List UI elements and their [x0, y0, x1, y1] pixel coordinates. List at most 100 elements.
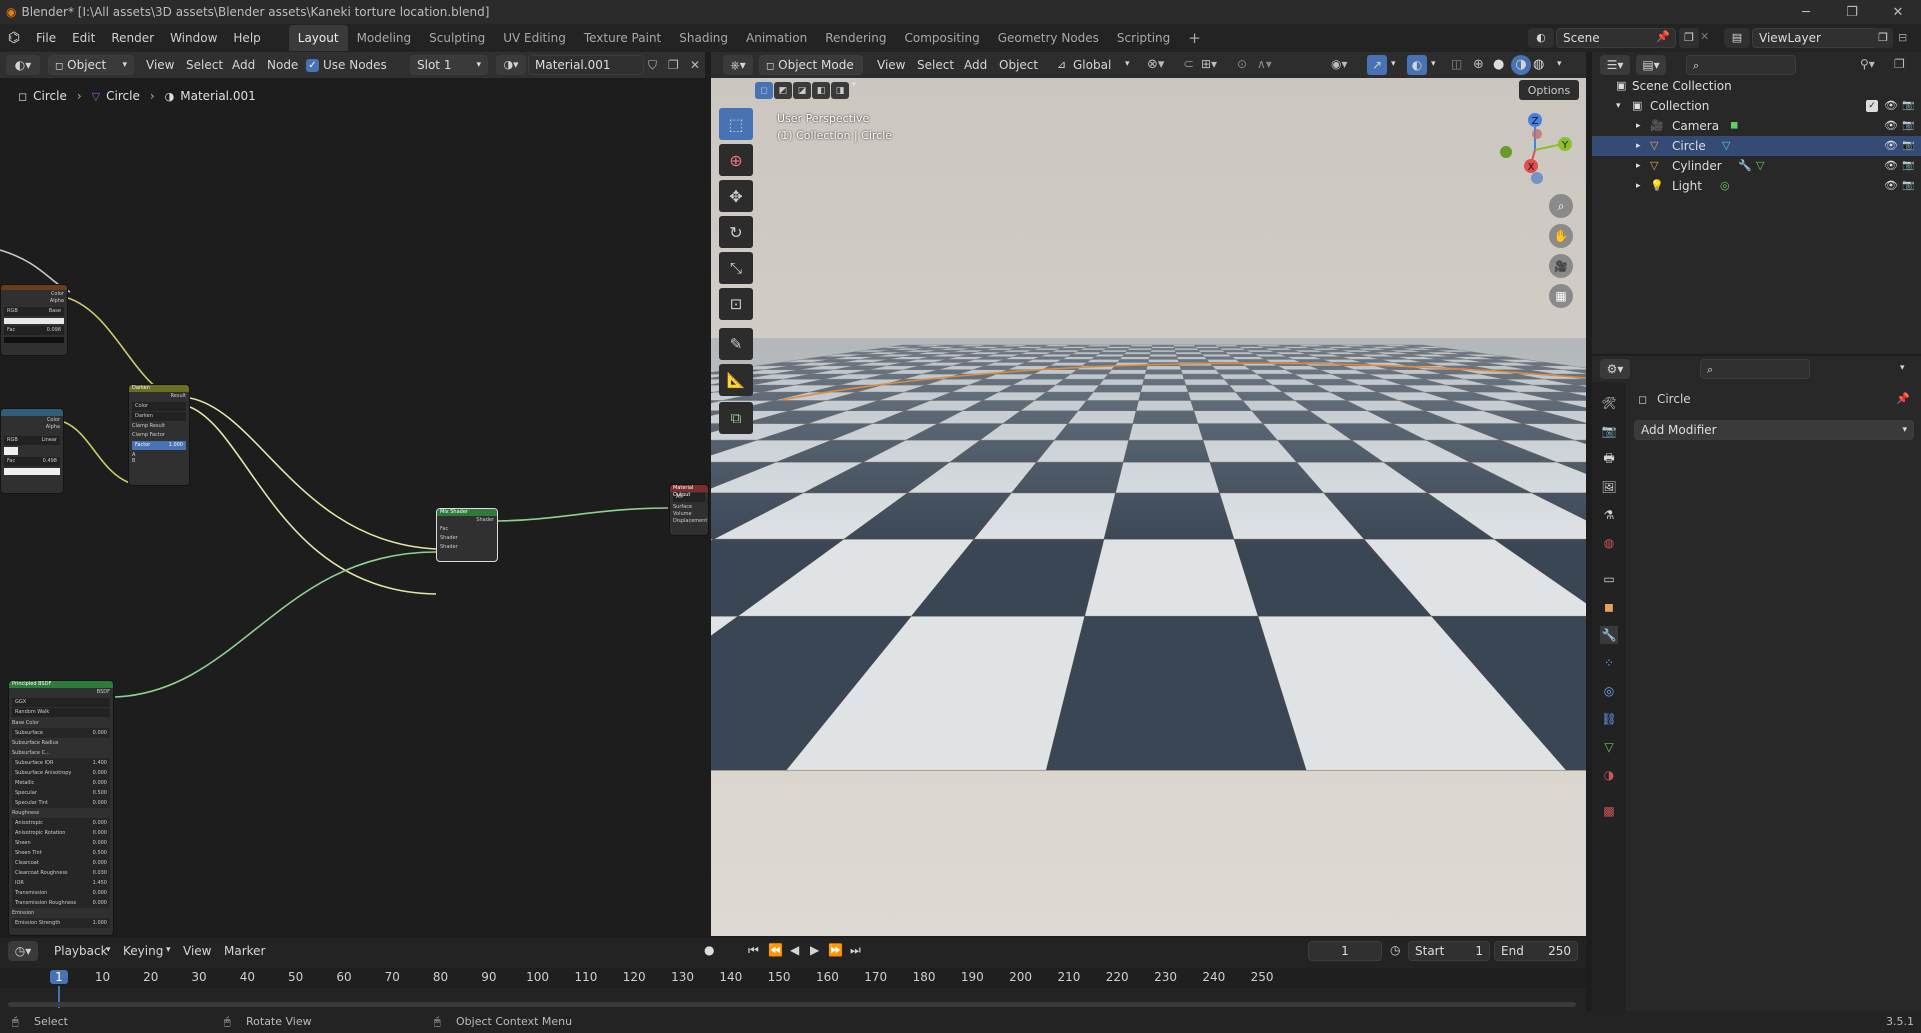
bsdf-input-value[interactable]: 0.000: [93, 728, 107, 738]
bsdf-input-value[interactable]: 0.000: [93, 838, 107, 848]
bsdf-input-row[interactable]: Anisotropic Rotation 0.000: [12, 828, 110, 838]
bsdf-input-row[interactable]: Transmission 0.000: [12, 888, 110, 898]
select-new-icon[interactable]: ◻: [755, 82, 773, 99]
camera-render-icon[interactable]: 📷: [1902, 116, 1914, 136]
scale-tool-icon[interactable]: ⤡: [719, 252, 753, 284]
node-mode[interactable]: Linear: [41, 436, 57, 445]
visibility-icon[interactable]: ◉▾: [1331, 57, 1348, 71]
display-mode-icon[interactable]: ▤▾: [1636, 55, 1666, 75]
menu-file[interactable]: File: [28, 24, 64, 52]
bsdf-input-value[interactable]: 0.000: [93, 858, 107, 868]
constraints-tab-icon[interactable]: ⛓: [1600, 710, 1618, 728]
eye-icon[interactable]: 👁: [1884, 136, 1898, 156]
editor-type-icon[interactable]: ◷▾: [8, 941, 38, 961]
menu-help[interactable]: Help: [225, 24, 268, 52]
bsdf-input-row[interactable]: Subsurface IOR 1.400: [12, 758, 110, 768]
end-frame-field[interactable]: End 250: [1494, 941, 1578, 961]
modifiers-tab-icon[interactable]: 🔧: [1600, 626, 1618, 644]
camera-view-icon[interactable]: 🎥: [1549, 254, 1573, 278]
select-intersect-icon[interactable]: ◨: [831, 82, 849, 99]
workspace-tab-shading[interactable]: Shading: [670, 25, 737, 51]
node-clamp-result[interactable]: Clamp Result: [129, 422, 189, 431]
workspace-tab-animation[interactable]: Animation: [737, 25, 816, 51]
menu-edit[interactable]: Edit: [64, 24, 103, 52]
bsdf-input-value[interactable]: 0.000: [93, 898, 107, 908]
solid-shading-icon[interactable]: ●: [1493, 57, 1504, 72]
transform-orientation[interactable]: Global: [1073, 52, 1111, 78]
cursor-tool-icon[interactable]: ⊕: [719, 144, 753, 176]
gizmo-toggle-icon[interactable]: ↗: [1367, 55, 1387, 75]
workspace-tab-scripting[interactable]: Scripting: [1108, 25, 1179, 51]
workspace-tab-compositing[interactable]: Compositing: [895, 25, 988, 51]
node-mode[interactable]: Base: [49, 307, 61, 316]
properties-search-input[interactable]: ⌕: [1700, 359, 1810, 379]
bsdf-input-row[interactable]: IOR 1.450: [12, 878, 110, 888]
add-workspace-button[interactable]: +: [1179, 25, 1210, 51]
outliner-collection[interactable]: ▾ ▣ Collection ✓ 👁 📷: [1592, 96, 1921, 116]
node-distribution[interactable]: GGX: [12, 698, 110, 707]
scene-pin-icon[interactable]: 📌: [1656, 30, 1670, 43]
play-icon[interactable]: ▶: [810, 943, 819, 957]
camera-render-icon[interactable]: 📷: [1902, 176, 1914, 196]
bsdf-input-value[interactable]: 0.030: [93, 868, 107, 878]
eye-icon[interactable]: 👁: [1884, 176, 1898, 196]
bsdf-input-value[interactable]: 0.000: [93, 768, 107, 778]
3d-viewport[interactable]: ⎈▾ ◻ Object Mode ▾ View Select Add Objec…: [711, 52, 1586, 936]
current-frame-field[interactable]: 1: [1308, 941, 1382, 961]
bsdf-input-value[interactable]: 1.000: [93, 918, 107, 928]
navigation-gizmo[interactable]: Z Y X: [1491, 110, 1581, 190]
view-layer-selector[interactable]: ViewLayer: [1752, 28, 1880, 48]
object-tab-icon[interactable]: ◼: [1600, 598, 1618, 616]
falloff-icon[interactable]: ∧▾: [1257, 57, 1272, 71]
node-option-blend[interactable]: Darken: [132, 412, 186, 421]
expand-right-icon[interactable]: ▸: [1636, 176, 1641, 196]
jump-start-icon[interactable]: ⏮: [748, 943, 759, 958]
editor-type-icon[interactable]: ⚙▾: [1600, 359, 1630, 379]
xray-toggle-icon[interactable]: ◫: [1451, 57, 1462, 71]
interaction-mode-selector[interactable]: ◻ Object Mode ▾: [759, 55, 863, 90]
proportional-edit-icon[interactable]: ⊙: [1237, 57, 1247, 71]
play-reverse-icon[interactable]: ◀: [790, 943, 799, 957]
bsdf-input-value[interactable]: 0.000: [93, 818, 107, 828]
principled-bsdf-node[interactable]: Principled BSDF BSDF GGX Random Walk Bas…: [8, 680, 114, 936]
timeline-menu-keying[interactable]: Keying: [123, 938, 163, 964]
outliner-item-light[interactable]: ▸ 💡 Light ◎ 👁 📷: [1592, 176, 1921, 196]
tool-tab-icon[interactable]: 🛠: [1600, 394, 1618, 412]
workspace-tab-rendering[interactable]: Rendering: [816, 25, 895, 51]
bsdf-input-row[interactable]: Subsurface Anisotropy 0.000: [12, 768, 110, 778]
rotate-tool-icon[interactable]: ↻: [719, 216, 753, 248]
menu-render[interactable]: Render: [103, 24, 162, 52]
move-tool-icon[interactable]: ✥: [719, 180, 753, 212]
timeline-menu-playback[interactable]: Playback: [54, 938, 108, 964]
eye-icon[interactable]: 👁: [1884, 156, 1898, 176]
outliner-search-input[interactable]: ⌕: [1686, 55, 1796, 75]
workspace-tab-uv-editing[interactable]: UV Editing: [494, 25, 575, 51]
node-subsurface-method[interactable]: Random Walk: [12, 708, 110, 717]
timeline-menu-view[interactable]: View: [183, 938, 211, 964]
close-button[interactable]: ✕: [1875, 0, 1921, 24]
pan-view-icon[interactable]: ✋: [1549, 224, 1573, 248]
bsdf-input-row[interactable]: Clearcoat Roughness 0.030: [12, 868, 110, 878]
expand-right-icon[interactable]: ▸: [1636, 116, 1641, 136]
eye-icon[interactable]: 👁: [1884, 96, 1898, 116]
select-invert-icon[interactable]: ◧: [812, 82, 830, 99]
options-button[interactable]: Options: [1519, 80, 1579, 100]
bsdf-input-row[interactable]: Specular Tint 0.000: [12, 798, 110, 808]
material-output-node[interactable]: Material Output All Surface Volume Displ…: [669, 484, 709, 536]
node-color-space[interactable]: RGB: [7, 307, 18, 316]
bsdf-input-row[interactable]: Roughness: [9, 808, 113, 818]
material-preview-shading-icon[interactable]: ◑: [1511, 55, 1531, 75]
outliner-item-camera[interactable]: ▸ 🎥 Camera ◼ 👁 📷: [1592, 116, 1921, 136]
bsdf-input-row[interactable]: Sheen 0.000: [12, 838, 110, 848]
timeline-menu-marker[interactable]: Marker: [224, 938, 265, 964]
bsdf-input-row[interactable]: Sheen Tint 0.500: [12, 848, 110, 858]
jump-keyframe-back-icon[interactable]: ⏪: [768, 943, 783, 957]
new-collection-icon[interactable]: ❐: [1894, 57, 1905, 71]
workspace-tab-layout[interactable]: Layout: [288, 25, 348, 51]
jump-end-icon[interactable]: ⏭: [850, 943, 861, 958]
mix-shader-node[interactable]: Mix Shader Shader Fac Shader Shader: [436, 508, 498, 562]
viewport-menu-view[interactable]: View: [877, 52, 905, 78]
bsdf-input-value[interactable]: 0.000: [93, 828, 107, 838]
bsdf-input-row[interactable]: Emission: [9, 908, 113, 918]
blender-menu-icon[interactable]: ⌬: [0, 30, 28, 46]
